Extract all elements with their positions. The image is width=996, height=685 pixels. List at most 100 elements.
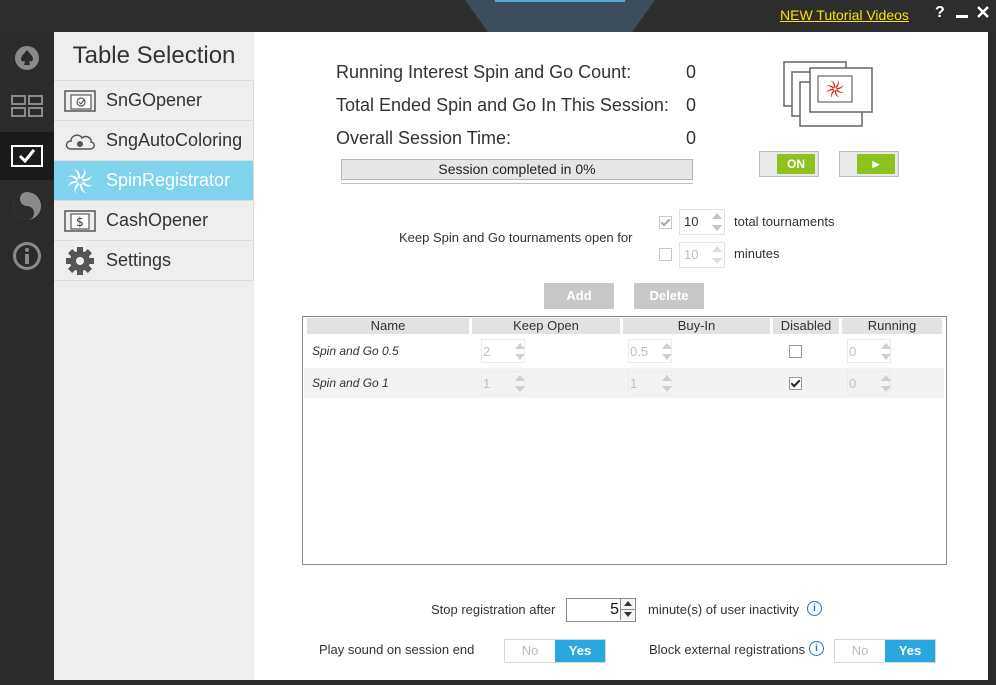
row-running-stepper[interactable]: 0 [847, 371, 891, 395]
block-registrations-label: Block external registrations [649, 642, 806, 657]
tutorial-videos-link[interactable]: NEW Tutorial Videos [780, 7, 909, 23]
stop-registration-value: 5 [610, 601, 619, 618]
info-icon[interactable]: i [807, 601, 822, 616]
stepper-down-icon[interactable] [712, 225, 722, 231]
info-icon[interactable]: i [809, 641, 824, 656]
start-toggle[interactable]: ▶ [839, 151, 899, 177]
row-disabled-checkbox[interactable] [789, 345, 802, 358]
stepper-down-icon[interactable] [620, 610, 635, 620]
row-buy-in-value: 0.5 [630, 344, 649, 359]
play-sound-yes[interactable]: Yes [555, 640, 605, 662]
minutes-stepper[interactable]: 10 [679, 242, 725, 268]
rail-item-layout[interactable] [0, 82, 54, 130]
check-icon [11, 145, 43, 167]
tournaments-value: 10 [684, 214, 699, 229]
play-icon: ▶ [857, 154, 895, 174]
row-keep-open-stepper[interactable]: 2 [481, 339, 525, 363]
session-time-value: 0 [686, 128, 697, 148]
sidebar-item-sngautocoloring[interactable]: SngAutoColoring [54, 120, 254, 160]
play-sound-toggle[interactable]: No Yes [504, 639, 606, 663]
stop-registration-label: Stop registration after [431, 602, 556, 617]
row-running-stepper[interactable]: 0 [847, 339, 891, 363]
stepper-down-icon[interactable] [881, 354, 891, 360]
row-keep-open-value: 1 [483, 376, 491, 391]
row-keep-open-stepper[interactable]: 1 [481, 371, 525, 395]
minutes-checkbox[interactable] [659, 248, 672, 261]
block-registrations-no[interactable]: No [835, 640, 885, 662]
stepper-down-icon[interactable] [515, 354, 525, 360]
dollar-icon: $ [62, 207, 98, 235]
play-sound-no[interactable]: No [505, 640, 555, 662]
yin-yang-icon [13, 192, 41, 220]
column-header-disabled[interactable]: Disabled [773, 318, 839, 334]
session-progress-text: Session completed in 0% [438, 161, 596, 177]
minimize-button[interactable] [955, 4, 969, 25]
tournament-table: Name Keep Open Buy-In Disabled Running S… [302, 316, 947, 565]
stepper-up-icon[interactable] [881, 343, 891, 349]
stepper-up-icon[interactable] [662, 343, 672, 349]
column-header-running[interactable]: Running [842, 318, 942, 334]
stepper-down-icon[interactable] [881, 386, 891, 392]
keep-open-label: Keep Spin and Go tournaments open for [399, 230, 633, 245]
column-header-buy-in[interactable]: Buy-In [623, 318, 770, 334]
row-buy-in-stepper[interactable]: 1 [628, 371, 672, 395]
block-registrations-yes[interactable]: Yes [885, 640, 935, 662]
cloud-icon [62, 127, 98, 155]
svg-text:$: $ [76, 215, 84, 229]
stop-registration-stepper[interactable]: 5 [566, 598, 636, 622]
stepper-down-icon[interactable] [515, 386, 525, 392]
spinner-icon [62, 166, 98, 195]
spin-registrator-logo-icon [783, 61, 873, 127]
table-row[interactable]: Spin and Go 1 1 1 0 [304, 368, 944, 398]
stepper-down-icon[interactable] [662, 386, 672, 392]
stepper-up-icon[interactable] [620, 599, 635, 610]
column-header-keep-open[interactable]: Keep Open [472, 318, 620, 334]
rail-item-selection[interactable] [0, 132, 54, 180]
on-toggle[interactable]: ON [759, 151, 819, 177]
block-registrations-toggle[interactable]: No Yes [834, 639, 936, 663]
tournaments-unit: total tournaments [734, 214, 835, 229]
progress-divider [341, 183, 693, 184]
stepper-down-icon[interactable] [712, 258, 722, 264]
minimize-icon [956, 15, 968, 18]
stepper-up-icon[interactable] [712, 246, 722, 252]
add-button[interactable]: Add [544, 283, 614, 309]
gear-icon [62, 246, 98, 275]
rail-item-info[interactable] [0, 232, 54, 280]
minutes-unit: minutes [734, 246, 780, 261]
row-disabled-checkbox[interactable] [789, 377, 802, 390]
sidebar: Table Selection SnGOpener SngAutoColorin… [54, 32, 254, 680]
on-toggle-label: ON [777, 154, 815, 174]
sidebar-item-sngopener[interactable]: SnGOpener [54, 80, 254, 120]
stepper-up-icon[interactable] [712, 213, 722, 219]
title-bar: NEW Tutorial Videos ? [0, 0, 996, 32]
row-name: Spin and Go 1 [312, 376, 389, 390]
close-button[interactable] [976, 5, 990, 24]
grid-icon [11, 95, 43, 117]
tournaments-stepper[interactable]: 10 [679, 209, 725, 235]
help-button[interactable]: ? [935, 4, 945, 22]
delete-button[interactable]: Delete [634, 283, 704, 309]
row-keep-open-value: 2 [483, 344, 491, 359]
rail-item-theme[interactable] [0, 182, 54, 230]
row-buy-in-stepper[interactable]: 0.5 [628, 339, 672, 363]
rail-item-tables[interactable] [0, 34, 54, 82]
sidebar-item-label: SpinRegistrator [106, 170, 231, 190]
stepper-up-icon[interactable] [662, 375, 672, 381]
row-name: Spin and Go 0.5 [312, 344, 399, 358]
tournaments-checkbox[interactable] [659, 216, 672, 229]
sidebar-item-cashopener[interactable]: $ CashOpener [54, 200, 254, 240]
stepper-up-icon[interactable] [515, 343, 525, 349]
main-panel: Running Interest Spin and Go Count: 0 To… [254, 32, 988, 680]
column-header-name[interactable]: Name [307, 318, 469, 334]
sidebar-item-label: SnGOpener [106, 90, 203, 110]
stepper-up-icon[interactable] [881, 375, 891, 381]
sng-opener-icon [62, 87, 98, 115]
row-buy-in-value: 1 [630, 376, 638, 391]
sidebar-item-settings[interactable]: Settings [54, 240, 254, 281]
table-row[interactable]: Spin and Go 0.5 2 0.5 0 [304, 336, 944, 366]
stepper-down-icon[interactable] [662, 354, 672, 360]
sidebar-item-spinregistrator[interactable]: SpinRegistrator [54, 160, 254, 200]
sidebar-item-label: SngAutoColoring [106, 130, 243, 150]
stepper-up-icon[interactable] [515, 375, 525, 381]
